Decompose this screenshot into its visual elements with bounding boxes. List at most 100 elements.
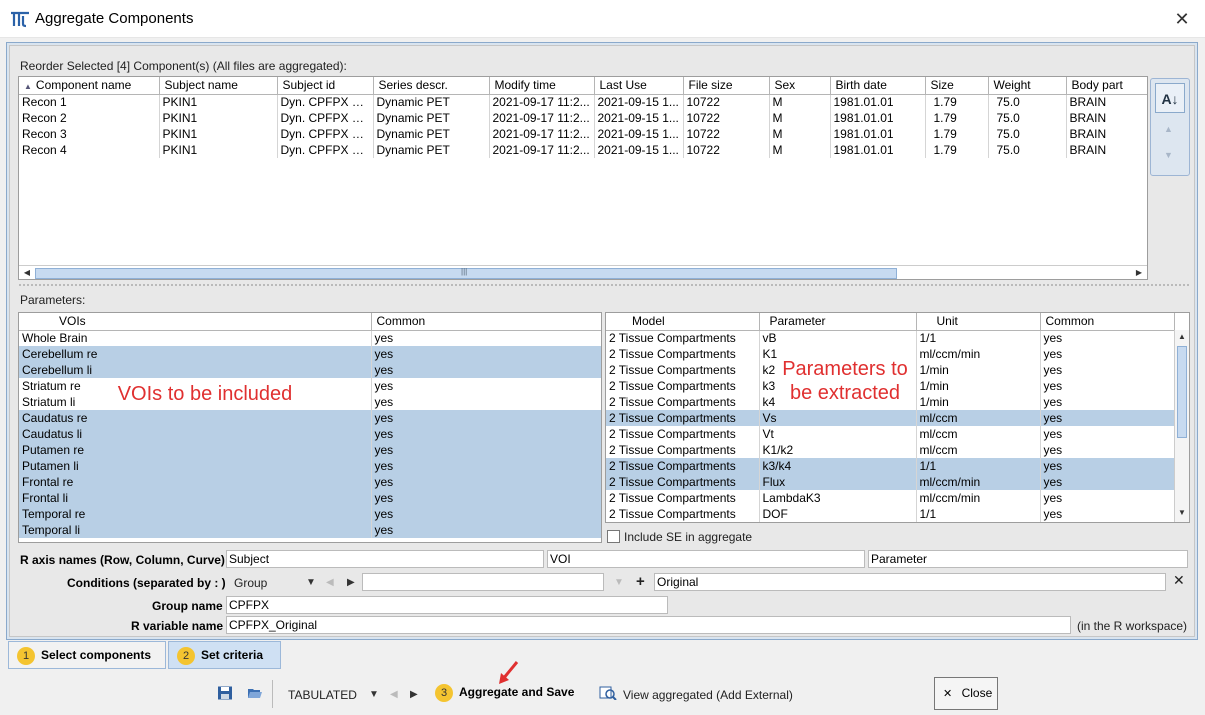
parameter-row[interactable]: 2 Tissue Compartments Flux ml/ccm/min yes <box>606 474 1175 490</box>
table-row[interactable]: Recon 4 PKIN1 Dyn. CPFPX bo... Dynamic PET 2… <box>19 142 1147 158</box>
format-dropdown-icon[interactable]: ▼ <box>369 689 379 700</box>
next-icon[interactable]: ▶ <box>347 577 355 588</box>
col-component-name[interactable]: ▲ Component name <box>19 77 160 95</box>
table-cell: 1.79 <box>925 94 989 110</box>
scroll-right-icon[interactable]: ▶ <box>1132 266 1146 279</box>
vscroll-thumb[interactable] <box>1177 346 1187 438</box>
table-row[interactable]: Recon 3 PKIN1 Dyn. CPFPX bo... Dynamic PET 2… <box>19 126 1147 142</box>
parameter-row[interactable]: 2 Tissue Compartments k3/k4 1/1 yes <box>606 458 1175 474</box>
vois-table[interactable]: VOIs Common Whole Brain yes Cerebellum re y… <box>18 312 602 543</box>
table-cell: 1981.01.01 <box>830 142 926 158</box>
parameters-table[interactable]: Model Parameter Unit Common 2 Tissue Com… <box>605 312 1190 523</box>
parameter-row[interactable]: 2 Tissue Compartments DOF 1/1 yes <box>606 506 1175 522</box>
param-model: 2 Tissue Compartments <box>606 442 760 458</box>
format-select[interactable]: TABULATED <box>288 688 357 702</box>
col-subject-name[interactable]: Subject name <box>159 77 278 95</box>
col-sex[interactable]: Sex <box>769 77 831 95</box>
table-row[interactable]: Recon 2 PKIN1 Dyn. CPFPX bo... Dynamic PET 2… <box>19 110 1147 126</box>
save-icon[interactable] <box>217 686 233 700</box>
prev-icon[interactable]: ◀ <box>326 577 334 588</box>
voi-row[interactable]: Caudatus re yes <box>19 410 601 426</box>
col-last-use[interactable]: Last Use <box>594 77 684 95</box>
col-vois[interactable]: VOIs <box>19 313 372 331</box>
table-cell: Dynamic PET <box>373 126 490 142</box>
group-name-field[interactable]: CPFPX <box>226 596 668 614</box>
parameter-row[interactable]: 2 Tissue Compartments Vs ml/ccm yes <box>606 410 1175 426</box>
components-table[interactable]: ▲ Component name Subject name Subject id Ser… <box>18 76 1148 280</box>
table-row[interactable]: Recon 1 PKIN1 Dyn. CPFPX bo... Dynamic PET 2… <box>19 94 1147 110</box>
axis-curve-field[interactable]: Parameter <box>868 550 1188 568</box>
voi-row[interactable]: Cerebellum re yes <box>19 346 601 362</box>
axis-row-field[interactable]: Subject <box>226 550 544 568</box>
view-aggregated-button[interactable]: View aggregated (Add External) <box>623 688 793 702</box>
hscroll-thumb[interactable]: ||| <box>35 267 897 279</box>
rvar-name-field[interactable]: CPFPX_Original <box>226 616 1071 634</box>
col-file-size[interactable]: File size <box>683 77 770 95</box>
condition-type-select[interactable]: Group <box>234 576 267 590</box>
condition-text-field[interactable]: Original <box>654 573 1166 591</box>
close-button[interactable]: ✕ Close <box>934 677 998 710</box>
splitter[interactable] <box>18 283 1190 287</box>
param-parameter: Flux <box>759 474 917 490</box>
table-cell: 10722 <box>683 110 770 126</box>
table-cell: BRAIN <box>1066 142 1147 158</box>
col-series-descr[interactable]: Series descr. <box>373 77 490 95</box>
sort-icon[interactable]: A↓ <box>1155 83 1185 113</box>
voi-row[interactable]: Temporal li yes <box>19 522 601 538</box>
table-cell: 10722 <box>683 126 770 142</box>
voi-common: yes <box>371 378 601 394</box>
open-folder-icon[interactable] <box>247 686 263 700</box>
condition-value-field[interactable] <box>362 573 604 591</box>
col-unit[interactable]: Unit <box>916 313 1041 331</box>
components-hscrollbar[interactable]: ◀ ||| ▶ <box>19 265 1147 279</box>
axis-column-field[interactable]: VOI <box>547 550 865 568</box>
tab-select-components[interactable]: 1 Select components <box>8 641 166 669</box>
table-cell: BRAIN <box>1066 126 1147 142</box>
voi-row[interactable]: Caudatus li yes <box>19 426 601 442</box>
voi-row[interactable]: Whole Brain yes <box>19 330 601 346</box>
scroll-up-icon[interactable]: ▲ <box>1175 330 1189 344</box>
col-subject-id[interactable]: Subject id <box>277 77 374 95</box>
add-condition-icon[interactable]: + <box>636 573 645 590</box>
dropdown-arrow-icon[interactable]: ▼ <box>306 577 316 588</box>
move-down-icon[interactable]: ▼ <box>1164 150 1173 160</box>
group-name-label: Group name <box>152 599 223 613</box>
window-title: Aggregate Components <box>35 10 194 27</box>
parameter-row[interactable]: 2 Tissue Compartments LambdaK3 ml/ccm/min y… <box>606 490 1175 506</box>
voi-row[interactable]: Putamen re yes <box>19 442 601 458</box>
parameter-row[interactable]: 2 Tissue Compartments vB 1/1 yes <box>606 330 1175 346</box>
col-parameter[interactable]: Parameter <box>759 313 917 331</box>
format-next-icon[interactable]: ▶ <box>410 689 418 700</box>
scroll-left-icon[interactable]: ◀ <box>20 266 34 279</box>
col-common[interactable]: Common <box>1040 313 1175 331</box>
parameter-row[interactable]: 2 Tissue Compartments Vt ml/ccm yes <box>606 426 1175 442</box>
move-up-icon[interactable]: ▲ <box>1164 124 1173 134</box>
table-cell: M <box>769 110 831 126</box>
col-body-part[interactable]: Body part <box>1066 77 1147 95</box>
voi-row[interactable]: Frontal li yes <box>19 490 601 506</box>
voi-row[interactable]: Putamen li yes <box>19 458 601 474</box>
voi-row[interactable]: Temporal re yes <box>19 506 601 522</box>
window-close-icon[interactable]: ✕ <box>1167 4 1197 34</box>
aggregate-and-save-button[interactable]: 3 Aggregate and Save <box>427 684 574 702</box>
param-unit: ml/ccm/min <box>916 346 1041 362</box>
param-common: yes <box>1040 378 1175 394</box>
param-common: yes <box>1040 330 1175 346</box>
col-model[interactable]: Model <box>606 313 760 331</box>
scroll-down-icon[interactable]: ▼ <box>1175 506 1189 520</box>
tab-set-criteria[interactable]: 2 Set criteria <box>168 641 281 669</box>
col-modify-time[interactable]: Modify time <box>489 77 595 95</box>
format-prev-icon[interactable]: ◀ <box>390 689 398 700</box>
col-weight[interactable]: Weight <box>988 77 1067 95</box>
table-cell: Dyn. CPFPX bo... <box>277 94 374 110</box>
parameters-vscrollbar[interactable]: ▲ ▼ <box>1174 330 1189 522</box>
col-size[interactable]: Size <box>925 77 989 95</box>
col-birth-date[interactable]: Birth date <box>830 77 926 95</box>
view-aggregated-icon[interactable] <box>599 686 617 700</box>
voi-row[interactable]: Frontal re yes <box>19 474 601 490</box>
voi-row[interactable]: Cerebellum li yes <box>19 362 601 378</box>
parameter-row[interactable]: 2 Tissue Compartments K1/k2 ml/ccm yes <box>606 442 1175 458</box>
col-common[interactable]: Common <box>371 313 601 331</box>
include-se-checkbox[interactable] <box>607 530 620 543</box>
clear-condition-icon[interactable]: ✕ <box>1173 572 1185 589</box>
